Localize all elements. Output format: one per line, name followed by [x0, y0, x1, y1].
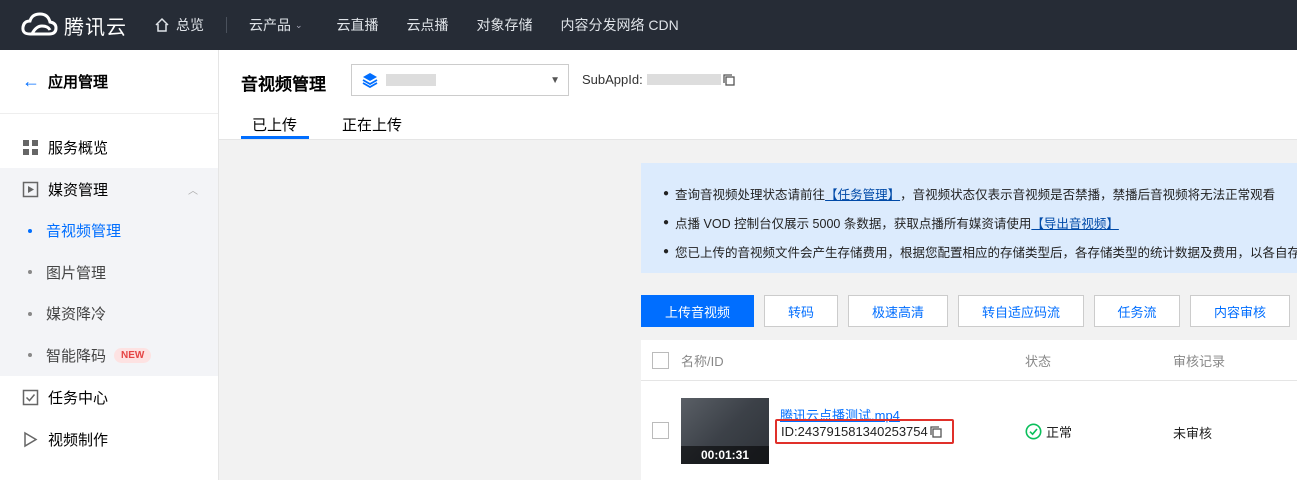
copy-icon[interactable] [930, 425, 942, 438]
nav-products[interactable]: 云产品 ⌄ [249, 0, 303, 50]
table-row: 00:01:31 腾讯云点播测试.mp4 ID:2437915813402537… [641, 381, 1297, 480]
bullet-dot: ● [663, 188, 670, 199]
nav-cdn[interactable]: 内容分发网络 CDN [561, 0, 679, 50]
banner-text: ，音视频状态仅表示音视频是否禁播，禁播后音视频将无法正常观看 [900, 188, 1276, 202]
sidebar-item-overview[interactable]: 服务概览 [0, 126, 218, 168]
row-checkbox[interactable] [652, 422, 669, 439]
subappid-label: SubAppId: [582, 72, 643, 87]
bullet-dot [28, 270, 32, 275]
redacted-subappid [646, 74, 721, 85]
video-thumbnail[interactable]: 00:01:31 [681, 398, 769, 464]
sidebar-item-label: 媒资管理 [48, 181, 109, 199]
bullet-dot: ● [663, 217, 670, 228]
sidebar-item-label: 视频制作 [48, 431, 109, 449]
banner-line: ● 您已上传的音视频文件会产生存储费用，根据您配置相应的存储类型后，各存储类型的… [663, 237, 1297, 266]
banner-line: ● 点播 VOD 控制台仅展示 5000 条数据，获取点播所有媒资请使用 【导出… [663, 208, 1297, 237]
brand-name: 腾讯云 [64, 16, 127, 39]
media-table: 名称/ID 状态 审核记录 00:01:31 腾讯云点播测试.mp4 ID:24… [641, 340, 1297, 480]
file-id: ID:243791581340253754 [775, 419, 954, 444]
status-cell: 正常 [1025, 422, 1072, 441]
sidebar-item-label: 服务概览 [48, 139, 109, 157]
tab-uploading[interactable]: 正在上传 [342, 114, 402, 135]
nav-overview[interactable]: 总览 [154, 0, 204, 50]
sidebar-item-tasks[interactable]: 任务中心 [0, 376, 218, 418]
upload-button[interactable]: 上传音视频 [641, 295, 754, 327]
banner-line: ● 查询音视频处理状态请前往 【任务管理】 ，音视频状态仅表示音视频是否禁播，禁… [663, 179, 1297, 208]
redacted-app-name [386, 74, 436, 86]
arrow-left-icon: ← [22, 71, 40, 91]
sidebar-subitem-video[interactable]: 音视频管理 [0, 210, 218, 252]
bullet-dot [28, 311, 32, 316]
sidebar-subitem-label: 音视频管理 [46, 223, 122, 241]
grid-icon [23, 139, 38, 155]
copy-icon[interactable] [723, 73, 735, 86]
chevron-up-icon: ︿ [188, 185, 198, 197]
info-banner: ● 查询音视频处理状态请前往 【任务管理】 ，音视频状态仅表示音视频是否禁播，禁… [641, 163, 1297, 273]
new-badge: NEW [114, 347, 152, 363]
status-text: 正常 [1046, 425, 1073, 440]
sidebar-subitem-label: 图片管理 [46, 264, 107, 282]
adaptive-stream-button[interactable]: 转自适应码流 [958, 295, 1084, 327]
chevron-down-icon: ⌄ [295, 19, 303, 30]
sidebar: ← 应用管理 服务概览 媒资管理 ︿ 音视频管理 图片管理 媒资降冷 智能降码 N… [0, 50, 219, 480]
nav-overview-label: 总览 [176, 17, 204, 33]
play-icon [24, 431, 38, 447]
layers-icon [362, 73, 378, 88]
banner-text: 点播 VOD 控制台仅展示 5000 条数据，获取点播所有媒资请使用 [675, 217, 1032, 231]
bullet-dot: ● [663, 246, 670, 257]
home-icon [155, 17, 169, 32]
banner-text: 查询音视频处理状态请前往 [675, 188, 826, 202]
media-icon [22, 181, 39, 197]
sidebar-item-media[interactable]: 媒资管理 ︿ [0, 168, 218, 210]
column-name: 名称/ID [681, 353, 724, 369]
page-title: 音视频管理 [241, 75, 326, 94]
active-tab-indicator [241, 136, 309, 139]
column-status: 状态 [1025, 353, 1052, 369]
bullet-dot [28, 228, 32, 233]
transcode-button[interactable]: 转码 [764, 295, 838, 327]
sidebar-subitem-cold[interactable]: 媒资降冷 [0, 293, 218, 335]
nav-divider [226, 17, 227, 33]
sidebar-item-production[interactable]: 视频制作 [0, 418, 218, 460]
tes-hd-button[interactable]: 极速高清 [848, 295, 948, 327]
task-icon [22, 389, 39, 405]
export-media-link[interactable]: 【导出音视频】 [1031, 213, 1119, 232]
nav-cos[interactable]: 对象存储 [477, 0, 533, 50]
sidebar-item-label: 任务中心 [48, 389, 109, 407]
file-id-text: ID:243791581340253754 [781, 424, 928, 439]
nav-live[interactable]: 云直播 [337, 0, 379, 50]
nav-vod[interactable]: 云点播 [407, 0, 449, 50]
caret-down-icon: ▼ [550, 74, 560, 86]
column-review: 审核记录 [1173, 353, 1226, 369]
sidebar-subitem-label: 媒资降冷 [46, 306, 107, 324]
subappid: SubAppId: [582, 72, 735, 87]
bullet-dot [28, 353, 32, 358]
task-management-link[interactable]: 【任务管理】 [825, 184, 900, 203]
sidebar-group-media: 媒资管理 ︿ 音视频管理 图片管理 媒资降冷 智能降码 NEW [0, 168, 218, 376]
table-header: 名称/ID 状态 审核记录 [641, 340, 1297, 381]
nav-products-label: 云产品 [249, 17, 291, 33]
workflow-button[interactable]: 任务流 [1094, 295, 1180, 327]
banner-text: 您已上传的音视频文件会产生存储费用，根据您配置相应的存储类型后，各存储类型的统计… [675, 246, 1297, 260]
review-status: 未审核 [1173, 426, 1213, 441]
select-all-checkbox[interactable] [652, 352, 669, 369]
sidebar-subitem-image[interactable]: 图片管理 [0, 252, 218, 294]
back-label: 应用管理 [48, 74, 109, 91]
content-review-button[interactable]: 内容审核 [1190, 295, 1290, 327]
video-duration: 00:01:31 [681, 446, 769, 464]
top-nav: 腾讯云 总览 云产品 ⌄ 云直播 云点播 对象存储 内容分发网络 CDN [0, 0, 1297, 50]
page-header: 音视频管理 ▼ SubAppId: 已上传 正在上传 [219, 50, 1297, 140]
check-circle-icon [1025, 423, 1042, 440]
back-to-apps[interactable]: ← 应用管理 [0, 50, 218, 114]
app-select[interactable]: ▼ [351, 64, 569, 96]
brand-logo[interactable]: 腾讯云 [0, 11, 138, 40]
cloud-logo-icon [21, 12, 58, 36]
tab-uploaded[interactable]: 已上传 [252, 114, 297, 135]
toolbar: 上传音视频 转码 极速高清 转自适应码流 任务流 内容审核 [641, 295, 1297, 327]
sidebar-subitem-label: 智能降码 [46, 347, 107, 365]
sidebar-subitem-smart[interactable]: 智能降码 NEW [0, 335, 218, 377]
